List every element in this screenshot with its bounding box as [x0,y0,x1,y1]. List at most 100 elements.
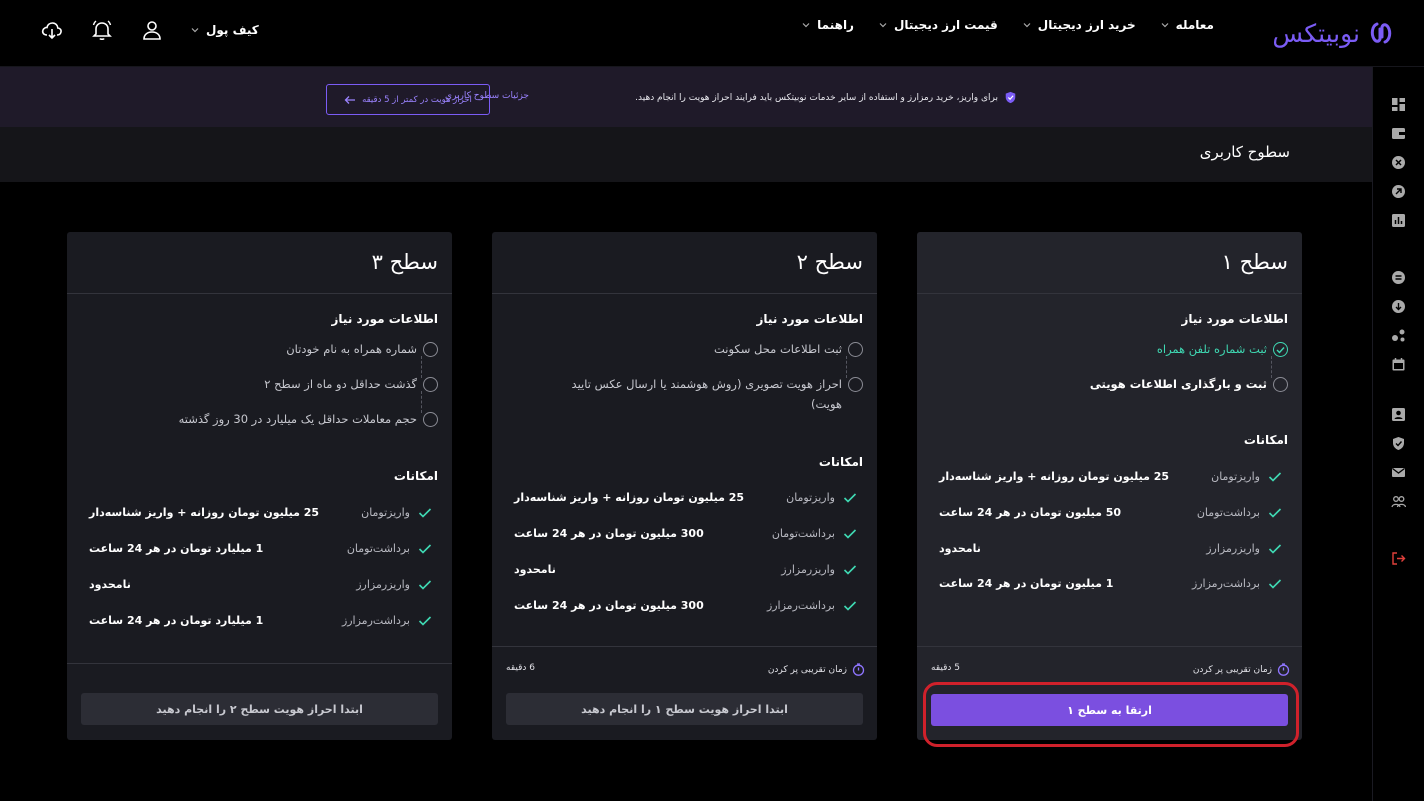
check-icon [1268,472,1282,482]
check-icon [418,616,432,626]
feature-row: واریزرمزارز نامحدود [931,540,1282,560]
features-label: امکانات [393,469,438,483]
feature-row: برداشت‌رمزارز 300 میلیون تومان در هر 24 … [506,597,857,617]
kyc-banner: برای واریز، خرید رمزارز و استفاده از سای… [0,67,1372,127]
check-icon [843,529,857,539]
check-circle-icon [1273,342,1288,357]
feature-row: واریزرمزارز نامحدود [506,561,857,581]
requirement-item: ثبت اطلاعات محل سکونت [523,342,863,359]
empty-circle-icon [423,412,438,427]
empty-circle-icon [848,377,863,392]
requirement-item: ثبت شماره تلفن همراه [948,342,1288,359]
features-label: امکانات [818,455,863,469]
report-chart-icon[interactable] [1391,213,1406,228]
feature-name: برداشت‌تومان [771,527,835,540]
mail-icon[interactable] [1391,465,1406,480]
chevron-down-icon [1161,23,1169,28]
shield-check-icon[interactable] [1391,436,1406,451]
wallet-icon[interactable] [1391,126,1406,141]
feature-name: برداشت‌رمزارز [341,614,410,627]
page-title-bar: سطوح کاربری [0,127,1372,182]
card-title: سطح ۲ [796,250,863,274]
user-icon[interactable] [140,18,164,42]
feature-value: نامحدود [89,578,131,591]
step-connector [421,356,422,378]
feature-name: واریزتومان [361,506,410,519]
check-icon [1268,544,1282,554]
feature-value: نامحدود [514,563,556,576]
wallet-menu[interactable]: کیف پول [190,23,259,37]
chevron-down-icon [1023,23,1031,28]
dashboard-icon[interactable] [1391,97,1406,112]
banner-message-text: برای واریز، خرید رمزارز و استفاده از سای… [635,92,998,103]
verify-identity-button[interactable]: احراز هویت در کمتر از 5 دقیقه [326,84,490,115]
check-icon [1268,579,1282,589]
empty-circle-icon [423,377,438,392]
feature-row: برداشت‌تومان 300 میلیون تومان در هر 24 س… [506,525,857,545]
fill-time-label: زمان تقریبی پر کردن [768,663,865,676]
bell-icon[interactable] [90,18,114,42]
feature-name: واریزرمزارز [356,578,410,591]
profile-card-icon[interactable] [1391,407,1406,422]
page-title: سطوح کاربری [1199,143,1290,161]
check-icon [418,508,432,518]
check-icon [418,580,432,590]
nav-crypto-prices[interactable]: قیمت ارز دیجیتال [878,18,998,32]
step-connector [846,356,847,378]
feature-value: 1 میلیارد تومان در هر 24 ساعت [89,542,264,555]
required-info-label: اطلاعات مورد نیاز [756,312,863,326]
feature-name: برداشت‌رمزارز [1191,577,1260,590]
fill-time-text: زمان تقریبی پر کردن [1192,664,1272,675]
header-tools: کیف پول [40,18,259,42]
feature-value: 1 میلیون تومان در هر 24 ساعت [939,577,1114,590]
nav-label: قیمت ارز دیجیتال [893,18,998,32]
fill-time-value: 5 دقیقه [931,663,960,673]
exchange-circle-icon[interactable] [1391,270,1406,285]
chevron-down-icon [802,23,810,28]
empty-circle-icon [1273,377,1288,392]
nav-label: خرید ارز دیجیتال [1037,18,1136,32]
feature-value: 1 میلیارد تومان در هر 24 ساعت [89,614,264,627]
logout-icon[interactable] [1391,551,1406,566]
calendar-icon[interactable] [1391,357,1406,372]
feature-row: برداشت‌تومان 50 میلیون تومان در هر 24 سا… [931,504,1282,524]
step-connector [421,391,422,413]
level-2-card: سطح ۲ اطلاعات مورد نیاز ثبت اطلاعات محل … [492,232,877,740]
nav-trade[interactable]: معامله [1160,18,1214,32]
nav-help[interactable]: راهنما [801,18,854,32]
level-3-locked-button[interactable]: ابتدا احراز هویت سطح ۲ را انجام دهید [81,693,438,725]
empty-circle-icon [848,342,863,357]
requirement-text: ثبت و بارگذاری اطلاعات هویتی [1089,377,1267,391]
requirement-text: حجم معاملات حداقل یک میلیارد در 30 روز گ… [178,412,417,426]
shield-check-icon [1005,91,1016,104]
feature-value: نامحدود [939,542,981,555]
check-icon [418,544,432,554]
card-header: سطح ۳ [67,232,452,294]
wallet-label: کیف پول [206,23,259,37]
required-info-label: اطلاعات مورد نیاز [1181,312,1288,326]
feature-value: 300 میلیون تومان در هر 24 ساعت [514,599,704,612]
required-info-label: اطلاعات مورد نیاز [331,312,438,326]
feature-value: 50 میلیون تومان در هر 24 ساعت [939,506,1122,519]
logo[interactable]: نوبیتکس [1272,14,1394,52]
download-cloud-icon[interactable] [40,18,64,42]
users-icon[interactable] [1391,494,1406,509]
requirement-item: ثبت و بارگذاری اطلاعات هویتی [948,377,1288,394]
download-circle-icon[interactable] [1391,299,1406,314]
feature-name: واریزتومان [1211,470,1260,483]
timer-icon [852,663,865,676]
feature-name: واریزتومان [786,491,835,504]
transfer-circle-icon[interactable] [1391,184,1406,199]
level-2-locked-button[interactable]: ابتدا احراز هویت سطح ۱ را انجام دهید [506,693,863,725]
nav-buy-crypto[interactable]: خرید ارز دیجیتال [1022,18,1136,32]
connections-icon[interactable] [1391,328,1406,343]
cancel-circle-icon[interactable] [1391,155,1406,170]
card-footer: زمان تقریبی پر کردن 5 دقیقه [917,646,1302,676]
card-header: سطح ۱ [917,232,1302,294]
timer-icon [1277,663,1290,676]
card-title: سطح ۳ [371,250,438,274]
level-1-card: سطح ۱ اطلاعات مورد نیاز ثبت شماره تلفن ه… [917,232,1302,740]
logo-text: نوبیتکس [1272,18,1360,48]
arrow-left-icon [344,95,356,104]
card-footer [67,663,452,664]
